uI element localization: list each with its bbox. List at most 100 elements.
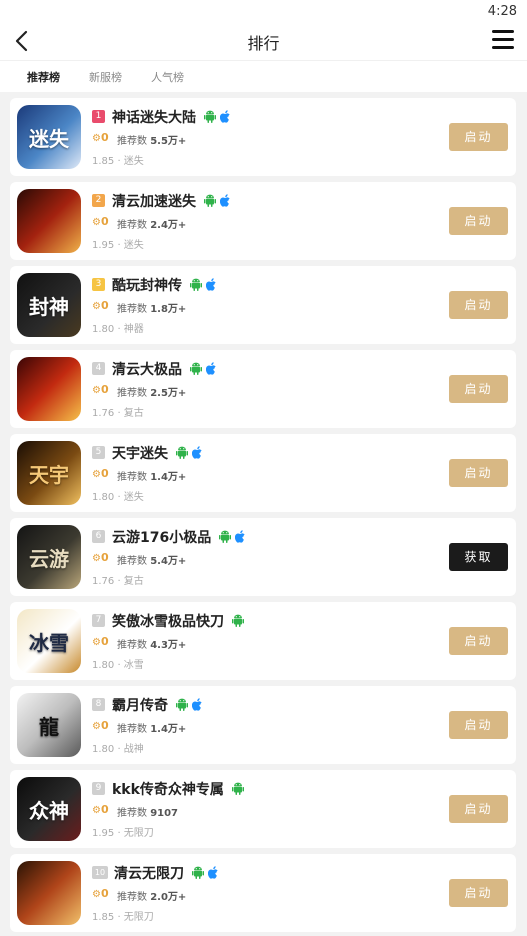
apple-icon	[235, 530, 246, 546]
game-icon[interactable]	[17, 357, 81, 421]
game-name[interactable]: 清云加速迷失	[112, 191, 231, 211]
game-icon[interactable]	[17, 861, 81, 925]
game-meta: 1.80 · 迷失	[92, 492, 144, 503]
game-name[interactable]: 天宇迷失	[112, 443, 203, 463]
menu-icon[interactable]	[492, 30, 514, 50]
recommend-count: 推荐数 1.4万+	[117, 720, 186, 735]
game-name-label: 天宇迷失	[112, 446, 168, 462]
game-name[interactable]: 清云无限刀	[114, 863, 219, 883]
android-icon	[190, 278, 202, 294]
game-name[interactable]: 酷玩封神传	[112, 275, 217, 295]
recommend-label: 推荐数	[117, 892, 147, 903]
recommend-count: 推荐数 2.5万+	[117, 384, 186, 399]
game-meta: 1.76 · 复古	[92, 408, 144, 419]
apple-icon	[191, 446, 203, 462]
android-icon	[176, 698, 188, 714]
recommend-value: 1.4万+	[150, 724, 187, 735]
game-icon[interactable]: 众神	[17, 777, 81, 841]
start-button[interactable]: 启动	[449, 123, 508, 151]
recommend-value: 5.4万+	[150, 556, 187, 567]
rank-badge: 10	[92, 866, 108, 879]
game-card[interactable]: 云游 6 云游176小极品 ⚙0 推荐数 5.4万+ 1.76 · 复古 获取	[10, 518, 516, 596]
recommend-value: 1.8万+	[150, 304, 187, 315]
recommend-value: 2.4万+	[150, 220, 187, 231]
start-button[interactable]: 启动	[449, 795, 508, 823]
game-name-label: 酷玩封神传	[112, 278, 182, 294]
rank-badge: 8	[92, 698, 105, 711]
medal-value: 0	[100, 131, 109, 144]
start-button[interactable]: 启动	[449, 627, 508, 655]
game-card[interactable]: 封神 3 酷玩封神传 ⚙0 推荐数 1.8万+ 1.80 · 神器 启动	[10, 266, 516, 344]
tab-popular[interactable]: 人气榜	[151, 69, 184, 85]
tab-new-server[interactable]: 新服榜	[89, 69, 122, 85]
medal-icon: ⚙	[92, 301, 101, 312]
recommend-value: 2.5万+	[150, 388, 187, 399]
game-icon[interactable]: 云游	[17, 525, 81, 589]
game-icon[interactable]: 封神	[17, 273, 81, 337]
start-button[interactable]: 启动	[449, 459, 508, 487]
android-icon	[204, 194, 216, 210]
medal-value: 0	[100, 635, 109, 648]
medal-count: ⚙0	[92, 467, 109, 480]
game-card[interactable]: 天宇 5 天宇迷失 ⚙0 推荐数 1.4万+ 1.80 · 迷失 启动	[10, 434, 516, 512]
tab-recommend[interactable]: 推荐榜	[27, 69, 60, 85]
game-meta: 1.95 · 无限刀	[92, 828, 154, 839]
apple-icon	[191, 698, 203, 714]
game-card[interactable]: 冰雪 7 笑傲冰雪极品快刀 ⚙0 推荐数 4.3万+ 1.80 · 冰雪 启动	[10, 602, 516, 680]
medal-value: 0	[100, 803, 109, 816]
recommend-count: 推荐数 4.3万+	[117, 636, 186, 651]
game-card[interactable]: 龍 8 霸月传奇 ⚙0 推荐数 1.4万+ 1.80 · 战神 启动	[10, 686, 516, 764]
game-icon-label	[17, 357, 81, 421]
get-button[interactable]: 获取	[449, 543, 508, 571]
rank-badge: 7	[92, 614, 105, 627]
recommend-count: 推荐数 2.0万+	[117, 888, 186, 903]
recommend-label: 推荐数	[117, 724, 147, 735]
recommend-label: 推荐数	[117, 640, 147, 651]
game-name-label: 清云加速迷失	[112, 194, 196, 210]
game-name-label: 笑傲冰雪极品快刀	[112, 614, 224, 630]
game-icon-label	[17, 861, 81, 925]
medal-icon: ⚙	[92, 637, 101, 648]
medal-count: ⚙0	[92, 551, 109, 564]
game-name[interactable]: 清云大极品	[112, 359, 217, 379]
apple-icon	[219, 110, 231, 126]
game-icon[interactable]	[17, 189, 81, 253]
recommend-count: 推荐数 1.4万+	[117, 468, 186, 483]
game-icon[interactable]: 龍	[17, 693, 81, 757]
game-name[interactable]: kkk传奇众神专属	[112, 779, 244, 799]
game-icon[interactable]: 冰雪	[17, 609, 81, 673]
start-button[interactable]: 启动	[449, 375, 508, 403]
medal-icon: ⚙	[92, 133, 101, 144]
page-title: 排行	[247, 34, 280, 53]
game-card[interactable]: 迷失 1 神话迷失大陆 ⚙0 推荐数 5.5万+ 1.85 · 迷失 启动	[10, 98, 516, 176]
rank-badge: 9	[92, 782, 105, 795]
game-icon[interactable]: 迷失	[17, 105, 81, 169]
recommend-value: 2.0万+	[150, 892, 187, 903]
game-name[interactable]: 神话迷失大陆	[112, 107, 231, 127]
recommend-value: 1.4万+	[150, 472, 187, 483]
game-name[interactable]: 笑傲冰雪极品快刀	[112, 611, 244, 631]
game-name-label: 清云大极品	[112, 362, 182, 378]
medal-count: ⚙0	[92, 215, 109, 228]
recommend-count: 推荐数 9107	[117, 804, 178, 819]
rank-badge: 4	[92, 362, 105, 375]
game-card[interactable]: 众神 9 kkk传奇众神专属 ⚙0 推荐数 9107 1.95 · 无限刀 启动	[10, 770, 516, 848]
start-button[interactable]: 启动	[449, 711, 508, 739]
game-card[interactable]: 4 清云大极品 ⚙0 推荐数 2.5万+ 1.76 · 复古 启动	[10, 350, 516, 428]
game-name-label: 云游176小极品	[112, 530, 212, 546]
start-button[interactable]: 启动	[449, 207, 508, 235]
start-button[interactable]: 启动	[449, 879, 508, 907]
medal-value: 0	[100, 887, 109, 900]
game-name[interactable]: 霸月传奇	[112, 695, 203, 715]
game-name-label: 清云无限刀	[114, 866, 184, 882]
start-button[interactable]: 启动	[449, 291, 508, 319]
game-name[interactable]: 云游176小极品	[112, 527, 246, 547]
game-name-label: kkk传奇众神专属	[112, 782, 224, 798]
game-meta: 1.95 · 迷失	[92, 240, 144, 251]
game-card[interactable]: 10 清云无限刀 ⚙0 推荐数 2.0万+ 1.85 · 无限刀 启动	[10, 854, 516, 932]
game-card[interactable]: 2 清云加速迷失 ⚙0 推荐数 2.4万+ 1.95 · 迷失 启动	[10, 182, 516, 260]
medal-icon: ⚙	[92, 469, 101, 480]
medal-icon: ⚙	[92, 553, 101, 564]
game-icon[interactable]: 天宇	[17, 441, 81, 505]
game-icon-label	[17, 189, 81, 253]
